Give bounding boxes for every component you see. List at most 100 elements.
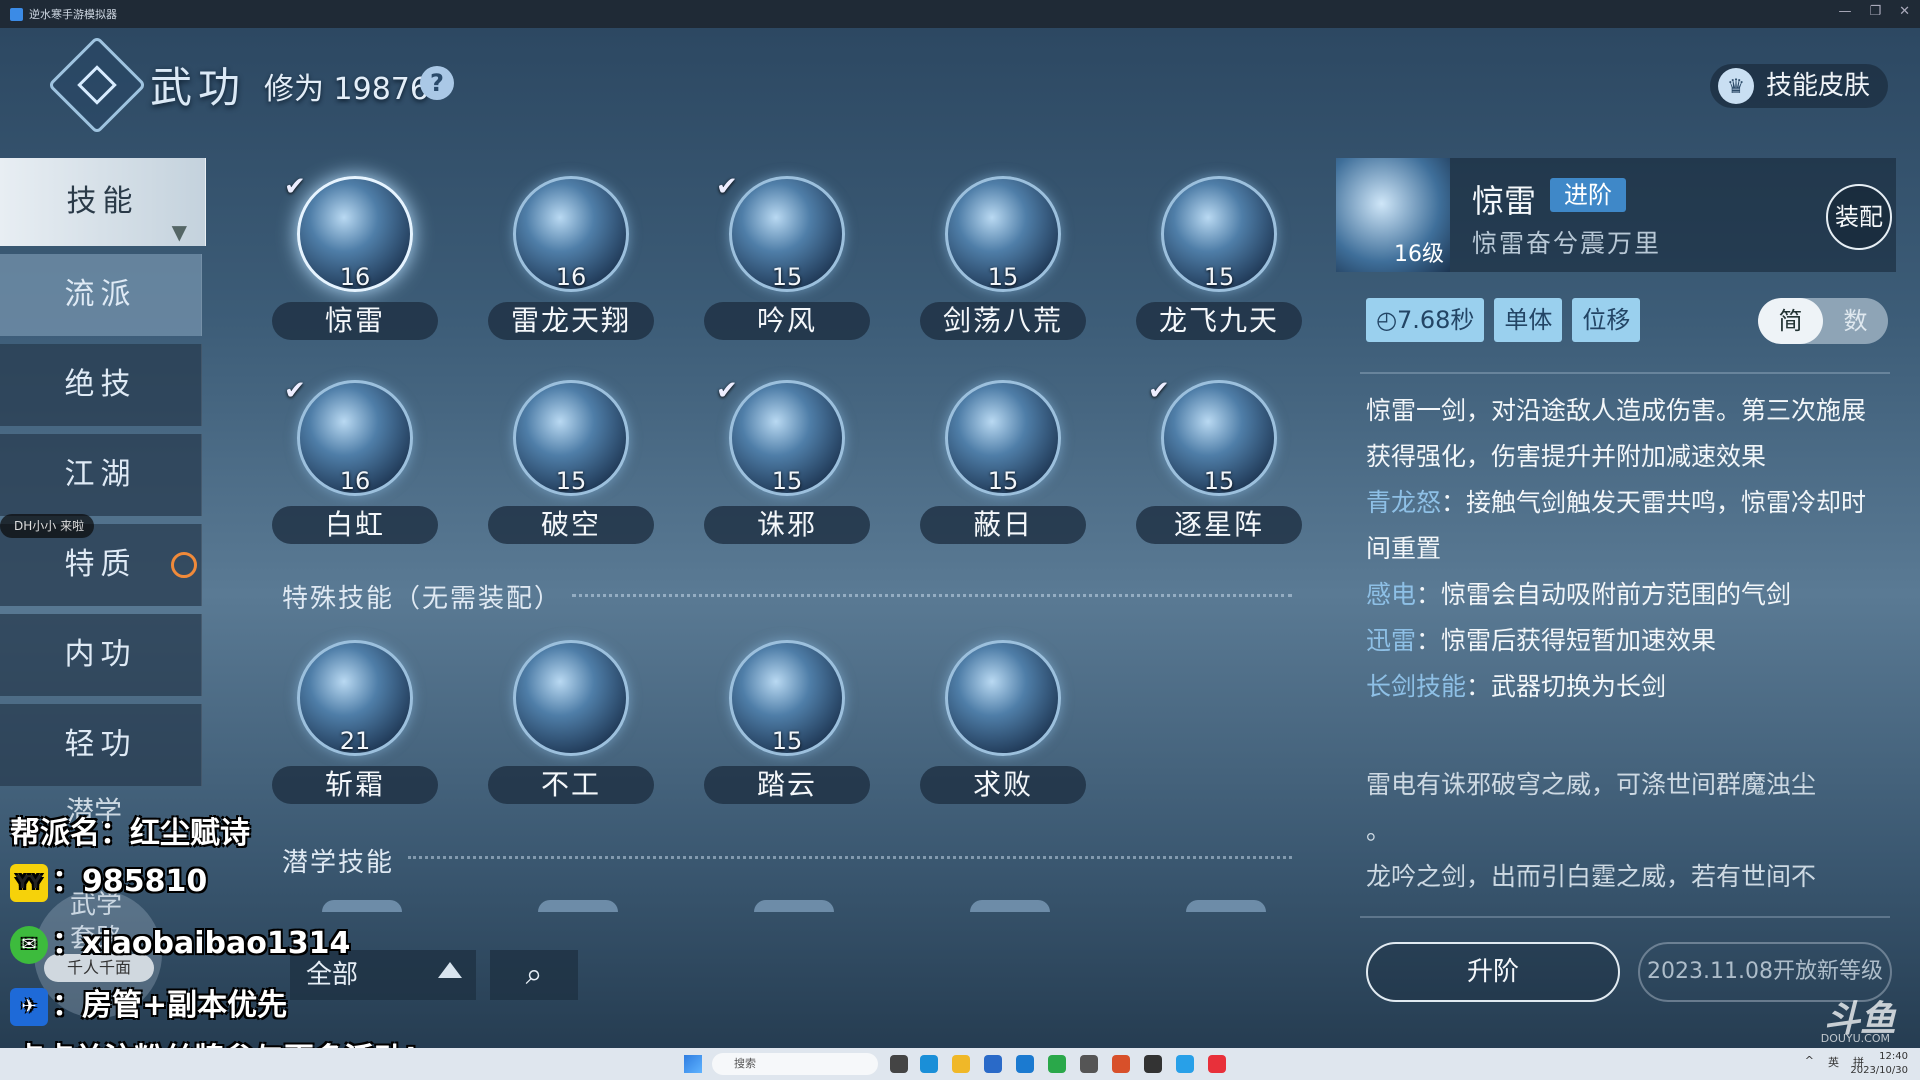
skill-name: 雷龙天翔 xyxy=(488,302,654,340)
skill-card-longfei[interactable]: 15 龙飞九天 xyxy=(1134,170,1304,350)
skill-icon: 15 xyxy=(513,380,629,496)
skill-detail-subtitle: 惊雷奋兮震万里 xyxy=(1472,229,1662,258)
sidebar-item-label: 江湖 xyxy=(64,457,137,492)
folder-icon[interactable] xyxy=(952,1055,970,1073)
movement-tag: 位移 xyxy=(1572,298,1641,342)
skill-icon: 15 xyxy=(729,176,845,292)
desc-main: 惊雷一剑，对沿途敌人造成伤害。第三次施展获得强化，伤害提升并附加减速效果 xyxy=(1366,396,1867,471)
special-skill-zhanshuang[interactable]: 21 斩霜 xyxy=(270,634,440,814)
qq-line: ✈ ：房管+副本优先 xyxy=(10,980,287,1026)
window-controls: — ❐ ✕ xyxy=(1838,4,1910,19)
skill-name: 逐星阵 xyxy=(1136,506,1302,544)
skill-icon xyxy=(513,640,629,756)
advance-badge[interactable]: 进阶 xyxy=(1550,178,1626,212)
divider xyxy=(1360,372,1890,374)
skill-card-jinglei[interactable]: ✔ 16 惊雷 xyxy=(270,170,440,350)
skill-icon: 15 xyxy=(945,176,1061,292)
window-titlebar: 逆水寒手游模拟器 — ❐ ✕ xyxy=(0,0,1920,28)
notification-ring-icon xyxy=(171,552,197,578)
sidebar-item-label: 特质 xyxy=(64,547,137,582)
minimize-button[interactable]: — xyxy=(1838,4,1851,19)
skill-name: 蔽日 xyxy=(920,506,1086,544)
clock-icon: ◴ xyxy=(1376,306,1397,334)
skill-detail-panel: 16级 惊雷 进阶 惊雷奋兮震万里 装配 ◴7.68秒 单体 位移 简 数 惊雷… xyxy=(1336,158,1896,1002)
toggle-numbers[interactable]: 数 xyxy=(1823,298,1888,344)
os-taskbar: 搜索 ^ 英 拼 12:40 2023/10/30 xyxy=(0,1048,1920,1080)
desc-mode-toggle[interactable]: 简 数 xyxy=(1758,298,1888,344)
sidebar-item-jianghu[interactable]: 江湖 xyxy=(0,434,202,516)
sidebar-item-skills[interactable]: 技能 ▼ xyxy=(0,158,206,246)
window-title: 逆水寒手游模拟器 xyxy=(29,8,117,21)
sidebar-item-lightness[interactable]: 轻功 xyxy=(0,704,202,786)
skill-skin-button[interactable]: ♛ 技能皮肤 xyxy=(1709,64,1888,108)
skill-card-pokong[interactable]: 15 破空 xyxy=(486,374,656,554)
game-app-icon[interactable] xyxy=(1080,1055,1098,1073)
skill-icon: 15 xyxy=(1161,380,1277,496)
live-join-tag: DH小小 来啦 xyxy=(0,514,95,538)
skill-icon: 16 xyxy=(513,176,629,292)
divider xyxy=(1360,916,1890,918)
browser-icon[interactable] xyxy=(1176,1055,1194,1073)
ime-indicator[interactable]: 英 xyxy=(1828,1054,1839,1070)
effect-line: 长剑技能：武器切换为长剑 xyxy=(1366,672,1667,701)
douyu-url: DOUYU.COM xyxy=(1820,1032,1890,1045)
equipped-check-icon: ✔ xyxy=(716,172,738,202)
skill-tags: ◴7.68秒 单体 位移 xyxy=(1366,298,1641,342)
skill-name: 踏云 xyxy=(704,766,870,804)
skill-name: 龙飞九天 xyxy=(1136,302,1302,340)
equipped-check-icon: ✔ xyxy=(716,376,738,406)
sidebar-item-inner-art[interactable]: 内功 xyxy=(0,614,202,696)
special-skill-tayun[interactable]: 15 踏云 xyxy=(702,634,872,814)
sidebar-item-label: 内功 xyxy=(64,637,137,672)
latent-skill-row xyxy=(322,900,1302,912)
task-view-icon[interactable] xyxy=(890,1055,908,1073)
wechat-line: ✉ ：xiaobaibao1314 xyxy=(10,918,350,964)
effect-line: 青龙怒：接触气剑触发天雷共鸣，惊雷冷却时间重置 xyxy=(1366,488,1867,563)
restore-button[interactable]: ❐ xyxy=(1869,4,1881,19)
skill-icon: 16 xyxy=(297,380,413,496)
taskbar-search[interactable]: 搜索 xyxy=(712,1053,878,1075)
skill-card-zhuxie[interactable]: ✔ 15 诛邪 xyxy=(702,374,872,554)
skill-detail-icon: 16级 xyxy=(1336,158,1450,272)
game-app-icon[interactable] xyxy=(1144,1055,1162,1073)
help-button[interactable]: ? xyxy=(420,66,454,100)
skill-card-biri[interactable]: 15 蔽日 xyxy=(918,374,1088,554)
skill-name: 求败 xyxy=(920,766,1086,804)
skill-card-zhuxing[interactable]: ✔ 15 逐星阵 xyxy=(1134,374,1304,554)
mail-icon[interactable] xyxy=(1016,1055,1034,1073)
clock[interactable]: 12:40 2023/10/30 xyxy=(1850,1050,1908,1078)
skill-card-leilong[interactable]: 16 雷龙天翔 xyxy=(486,170,656,350)
skill-lore: 雷电有诛邪破穹之威，可涤世间群魔浊尘 。 龙吟之剑，出而引白霆之威，若有世间不 xyxy=(1366,770,1817,891)
page-header: 武功 修为 19876 ? ♛ 技能皮肤 xyxy=(0,30,1920,140)
skill-card-yinfeng[interactable]: ✔ 15 吟风 xyxy=(702,170,872,350)
skill-detail-name: 惊雷 xyxy=(1472,182,1537,220)
skill-icon xyxy=(945,640,1061,756)
equipped-check-icon: ✔ xyxy=(284,376,306,406)
equipped-check-icon: ✔ xyxy=(1148,376,1170,406)
skill-icon: 15 xyxy=(729,380,845,496)
sidebar-item-label: 流派 xyxy=(64,277,137,312)
windows-start-icon[interactable] xyxy=(684,1055,702,1073)
skill-card-jiandang[interactable]: 15 剑荡八荒 xyxy=(918,170,1088,350)
skill-name: 白虹 xyxy=(272,506,438,544)
weibo-icon[interactable] xyxy=(1208,1055,1226,1073)
sidebar-item-school[interactable]: 流派 xyxy=(0,254,202,336)
special-skill-qiubai[interactable]: 求败 xyxy=(918,634,1088,814)
close-button[interactable]: ✕ xyxy=(1899,4,1910,19)
edge-icon[interactable] xyxy=(920,1055,938,1073)
effect-line: 感电：惊雷会自动吸附前方范围的气剑 xyxy=(1366,580,1792,609)
skill-card-baihong[interactable]: ✔ 16 白虹 xyxy=(270,374,440,554)
search-button[interactable]: ⌕ xyxy=(490,950,578,1000)
toggle-simple[interactable]: 简 xyxy=(1758,298,1823,344)
tray-expand-icon[interactable]: ^ xyxy=(1805,1054,1814,1070)
sidebar-item-ultimate[interactable]: 绝技 xyxy=(0,344,202,426)
upgrade-button[interactable]: 升阶 xyxy=(1366,942,1620,1002)
special-skill-bugong[interactable]: 不工 xyxy=(486,634,656,814)
wechat-app-icon[interactable] xyxy=(1048,1055,1066,1073)
store-icon[interactable] xyxy=(984,1055,1002,1073)
target-tag: 单体 xyxy=(1494,298,1563,342)
app-icon[interactable] xyxy=(1112,1055,1130,1073)
cultivation-value: 修为 19876 xyxy=(264,72,429,107)
skill-icon: 15 xyxy=(1161,176,1277,292)
equip-button[interactable]: 装配 xyxy=(1826,184,1892,250)
